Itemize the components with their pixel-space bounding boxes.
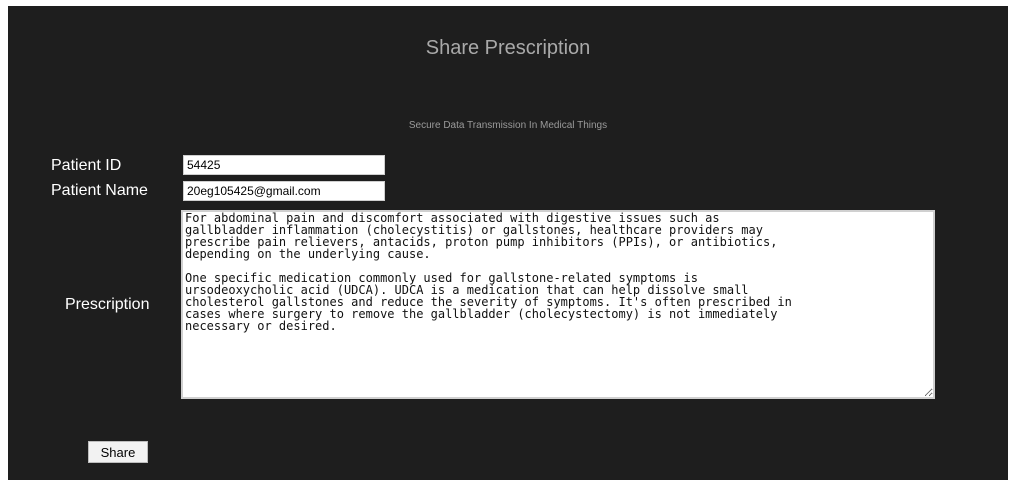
share-button[interactable]: Share	[88, 441, 148, 463]
patient-name-label: Patient Name	[51, 182, 148, 199]
patient-name-input[interactable]	[183, 181, 385, 201]
prescription-label: Prescription	[65, 296, 150, 313]
prescription-textarea[interactable]: For abdominal pain and discomfort associ…	[181, 210, 935, 399]
main-panel: Share Prescription Secure Data Transmiss…	[8, 6, 1008, 480]
page-subtitle: Secure Data Transmission In Medical Thin…	[408, 120, 608, 131]
patient-id-input[interactable]	[183, 155, 385, 175]
patient-id-label: Patient ID	[51, 157, 122, 174]
page-title: Share Prescription	[425, 37, 591, 59]
